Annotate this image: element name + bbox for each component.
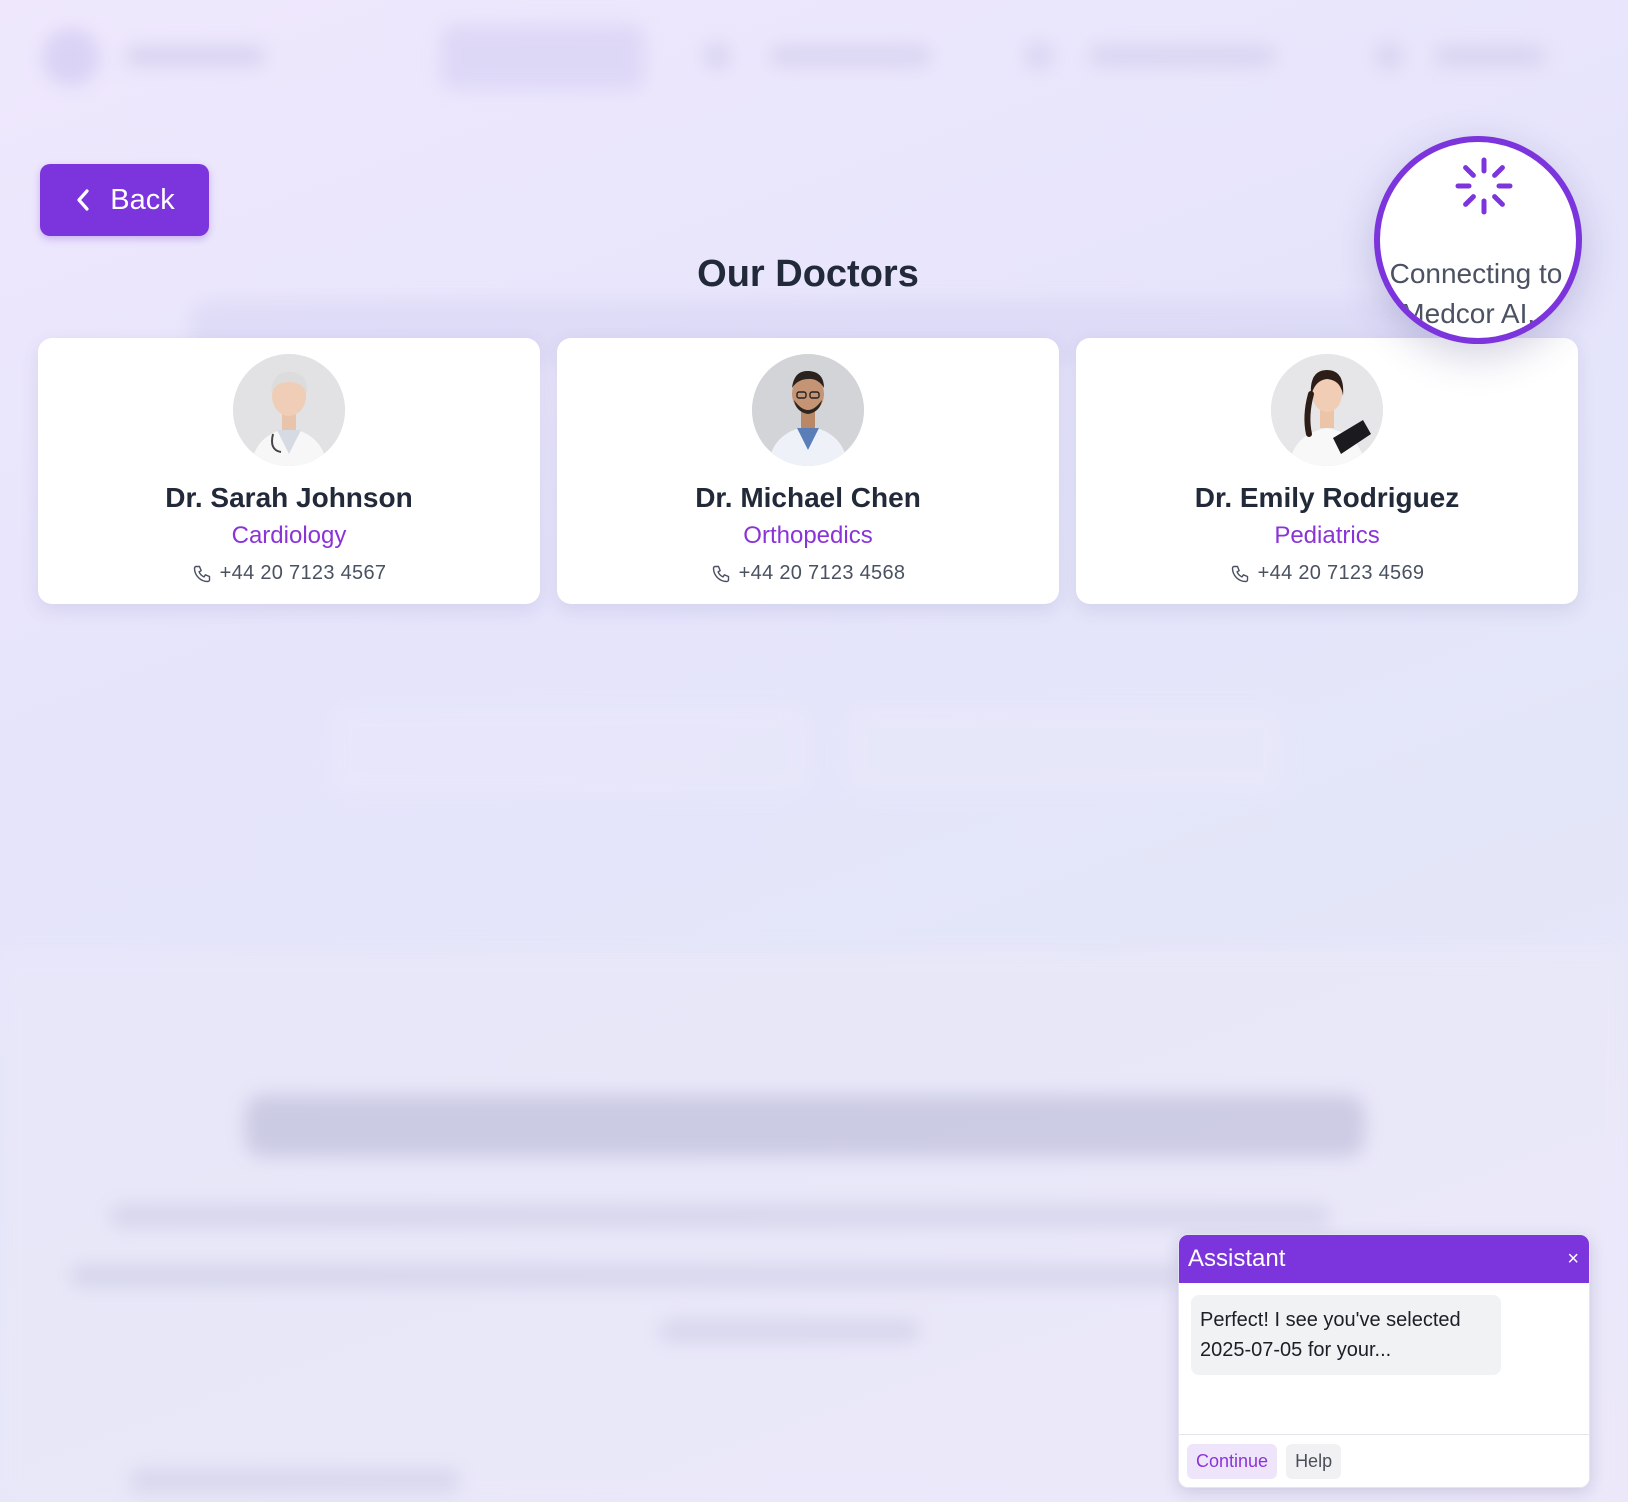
doctor-name: Dr. Sarah Johnson bbox=[165, 482, 413, 513]
doctor-card[interactable]: Dr. Michael Chen Orthopedics +44 20 7123… bbox=[557, 338, 1059, 604]
back-button[interactable]: Back bbox=[40, 164, 209, 236]
assistant-message: Perfect! I see you've selected 2025-07-0… bbox=[1191, 1295, 1501, 1375]
blurred-text-line bbox=[660, 1320, 920, 1342]
assistant-message-area: Perfect! I see you've selected 2025-07-0… bbox=[1179, 1283, 1589, 1435]
loading-spinner-icon bbox=[1455, 157, 1513, 215]
phone-icon bbox=[1231, 565, 1248, 582]
doctor-specialty: Pediatrics bbox=[1274, 522, 1380, 549]
blurred-nav-item bbox=[770, 46, 930, 66]
blurred-field bbox=[845, 705, 1285, 795]
blurred-nav-icon bbox=[1025, 42, 1053, 70]
doctor-phone[interactable]: +44 20 7123 4569 bbox=[1230, 562, 1425, 585]
continue-button[interactable]: Continue bbox=[1187, 1444, 1278, 1479]
page-title: Our Doctors bbox=[697, 253, 919, 295]
blurred-nav-item bbox=[1435, 46, 1545, 66]
assistant-actions: Continue Help bbox=[1179, 1435, 1589, 1487]
doctor-card[interactable]: Dr. Emily Rodriguez Pediatrics +44 20 71… bbox=[1076, 338, 1578, 604]
phone-icon bbox=[193, 565, 210, 582]
chevron-left-icon bbox=[77, 189, 89, 211]
blurred-text-line bbox=[70, 1265, 1180, 1287]
blurred-logo bbox=[42, 28, 100, 86]
connecting-status-text: Connecting to Medcor AI... bbox=[1389, 258, 1563, 329]
doctor-card[interactable]: Dr. Sarah Johnson Cardiology +44 20 7123… bbox=[38, 338, 540, 604]
doctor-avatar bbox=[1271, 354, 1383, 466]
blurred-nav-bar bbox=[0, 0, 1628, 120]
doctor-specialty: Cardiology bbox=[231, 522, 347, 549]
ai-connecting-indicator: Connecting to Medcor AI... bbox=[1374, 136, 1582, 344]
doctor-phone-number: +44 20 7123 4569 bbox=[1257, 562, 1425, 584]
blurred-field bbox=[330, 705, 810, 795]
help-button[interactable]: Help bbox=[1286, 1444, 1342, 1479]
doctor-card-list: Dr. Sarah Johnson Cardiology +44 20 7123… bbox=[38, 338, 1578, 604]
doctor-phone[interactable]: +44 20 7123 4567 bbox=[192, 562, 387, 585]
phone-icon bbox=[712, 565, 729, 582]
blurred-section-heading bbox=[245, 1095, 1365, 1157]
doctor-phone-number: +44 20 7123 4568 bbox=[738, 562, 906, 584]
blurred-text-line bbox=[110, 1205, 1330, 1227]
doctor-name: Dr. Michael Chen bbox=[695, 482, 921, 513]
blurred-nav-icon bbox=[703, 42, 731, 70]
doctor-avatar bbox=[752, 354, 864, 466]
doctor-name: Dr. Emily Rodriguez bbox=[1194, 482, 1460, 513]
doctor-phone-number: +44 20 7123 4567 bbox=[219, 562, 387, 584]
close-icon[interactable]: × bbox=[1567, 1249, 1579, 1269]
doctor-phone[interactable]: +44 20 7123 4568 bbox=[711, 562, 906, 585]
doctor-avatar bbox=[233, 354, 345, 466]
blurred-nav-icon bbox=[1375, 42, 1403, 70]
assistant-chat-widget: Assistant × Perfect! I see you've select… bbox=[1178, 1234, 1590, 1488]
assistant-title: Assistant bbox=[1188, 1245, 1286, 1272]
blurred-nav-item bbox=[1090, 46, 1275, 66]
blurred-nav-pill bbox=[440, 24, 645, 90]
assistant-header: Assistant × bbox=[1179, 1235, 1589, 1283]
blurred-brand bbox=[125, 46, 265, 66]
doctor-specialty: Orthopedics bbox=[743, 522, 873, 549]
blurred-text-line bbox=[130, 1470, 460, 1492]
back-button-label: Back bbox=[110, 183, 175, 216]
